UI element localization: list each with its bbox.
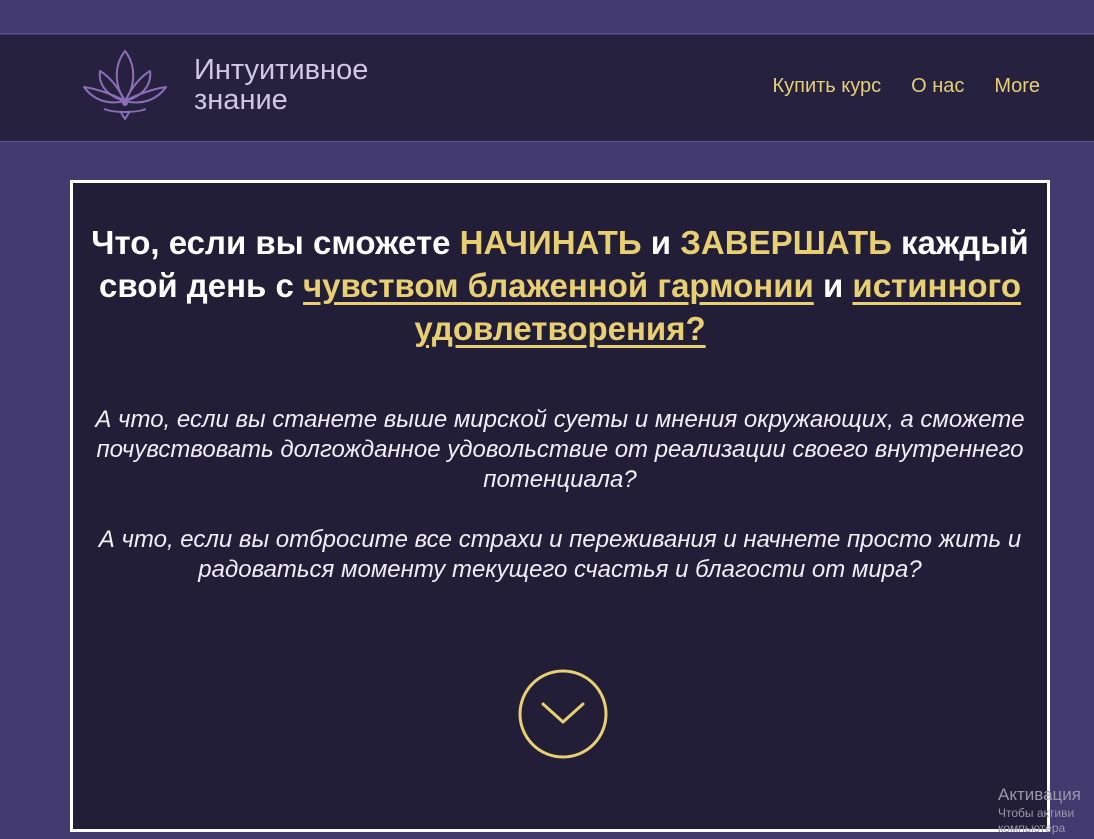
chevron-down-circle-icon — [518, 669, 608, 759]
main-nav: Купить курс О нас More — [772, 75, 1040, 98]
nav-item-more[interactable]: More — [994, 75, 1040, 98]
page: Интуитивное знание Купить курс О нас Mor… — [0, 0, 1094, 839]
headline-text-4: и — [813, 267, 853, 304]
brand-line-2: знание — [194, 84, 288, 116]
top-strip — [0, 0, 1094, 34]
nav-item-about[interactable]: О нас — [911, 75, 964, 98]
hero-paragraph-2: А что, если вы отбросите все страхи и пе… — [98, 526, 1022, 583]
lotus-icon[interactable] — [80, 45, 170, 125]
site-header: Интуитивное знание Купить курс О нас Mor… — [0, 35, 1094, 142]
brand-line-1: Интуитивное — [194, 54, 369, 86]
headline-highlight-start: НАЧИНАТЬ — [459, 224, 642, 261]
hero-panel: Что, если вы сможете НАЧИНАТЬ и ЗАВЕРШАТ… — [70, 180, 1050, 832]
headline-link-harmony[interactable]: чувством блаженной гармонии — [303, 267, 814, 304]
headline-text-1: Что, если вы сможете — [91, 224, 460, 261]
brand-name[interactable]: Интуитивное знание — [194, 55, 368, 115]
hero-paragraph-1: А что, если вы станете выше мирской сует… — [95, 406, 1025, 493]
nav-item-buy-course[interactable]: Купить курс — [772, 75, 881, 98]
hero-headline: Что, если вы сможете НАЧИНАТЬ и ЗАВЕРШАТ… — [83, 221, 1037, 350]
headline-text-2: и — [641, 224, 681, 261]
scroll-down-button[interactable] — [517, 668, 609, 760]
headline-highlight-finish: ЗАВЕРШАТЬ — [680, 224, 892, 261]
